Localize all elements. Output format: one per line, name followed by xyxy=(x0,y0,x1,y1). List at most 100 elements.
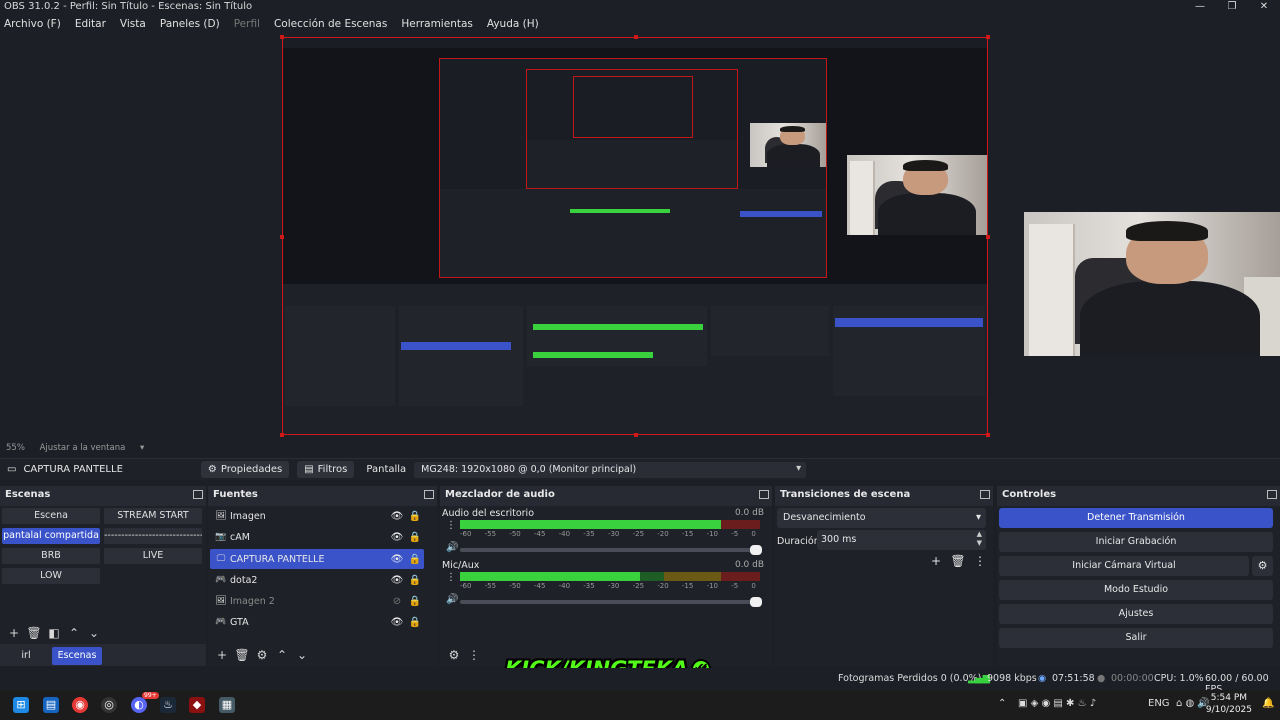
steam-icon[interactable]: ♨ xyxy=(160,697,176,713)
menu-ayuda[interactable]: Ayuda (H) xyxy=(485,18,541,30)
move-up-icon[interactable]: ⌃ xyxy=(272,648,292,662)
source-captura-pantelle[interactable]: 🖵 CAPTURA PANTELLE 👁 🔒 xyxy=(210,549,424,569)
add-icon[interactable]: + xyxy=(925,554,947,568)
gear-icon[interactable]: ⚙ xyxy=(252,648,272,662)
eye-icon[interactable]: 👁 xyxy=(388,511,406,522)
menu-paneles[interactable]: Paneles (D) xyxy=(158,18,222,30)
undock-icon[interactable] xyxy=(1267,490,1277,499)
zoom-level: 55% xyxy=(6,443,25,453)
chrome-icon[interactable]: ◉ xyxy=(72,697,88,713)
start-recording-button[interactable]: Iniciar Grabación xyxy=(999,532,1273,552)
minimize-button[interactable]: — xyxy=(1184,0,1216,15)
spin-arrows-icon[interactable]: ▲ ▼ xyxy=(977,530,982,548)
kebab-menu-icon[interactable]: ⋮ xyxy=(969,554,991,568)
undock-icon[interactable] xyxy=(424,490,434,499)
kebab-menu-icon[interactable]: ⋮ xyxy=(446,520,456,531)
notification-bell-icon[interactable]: 🔔 xyxy=(1262,698,1274,709)
kebab-menu-icon[interactable]: ⋮ xyxy=(464,648,484,662)
filters-button[interactable]: ▤ Filtros xyxy=(297,461,355,478)
kebab-menu-icon[interactable]: ⋮ xyxy=(446,572,456,583)
speaker-icon[interactable]: 🔊 xyxy=(446,542,458,553)
filter-icon[interactable]: ◧ xyxy=(44,626,64,640)
sources-header: Fuentes xyxy=(208,486,437,504)
trash-icon[interactable]: 🗑 xyxy=(232,648,252,662)
eye-icon[interactable]: 👁 xyxy=(388,554,406,565)
eye-hidden-icon[interactable]: ⊘ xyxy=(388,596,406,607)
volume-slider[interactable] xyxy=(460,545,762,555)
clock[interactable]: 5:54 PM 9/10/2025 xyxy=(1206,692,1252,716)
scene-stream-start[interactable]: STREAM START xyxy=(104,508,202,524)
language-indicator[interactable]: ENG xyxy=(1148,698,1170,709)
display-select[interactable]: MG248: 1920x1080 @ 0,0 (Monitor principa… xyxy=(414,461,807,478)
lock-icon[interactable]: 🔒 xyxy=(406,596,424,607)
menu-archivo[interactable]: Archivo (F) xyxy=(2,18,63,30)
maximize-button[interactable]: ❐ xyxy=(1216,0,1248,15)
chevron-up-icon[interactable]: ⌃ xyxy=(998,698,1006,709)
scene-live[interactable]: LIVE xyxy=(104,548,202,564)
lock-icon[interactable]: 🔒 xyxy=(406,617,424,628)
trash-icon[interactable]: 🗑 xyxy=(947,554,969,568)
slider-handle[interactable] xyxy=(750,545,762,555)
scene-pantalal-compartida[interactable]: pantalal compartida xyxy=(2,528,100,544)
lock-icon[interactable]: 🔒 xyxy=(406,532,424,543)
stop-streaming-button[interactable]: Detener Transmisión xyxy=(999,508,1273,528)
tab-escenas[interactable]: Escenas xyxy=(52,647,102,665)
undock-icon[interactable] xyxy=(193,490,203,499)
menu-herramientas[interactable]: Herramientas xyxy=(399,18,475,30)
link-icon[interactable]: ⚙ xyxy=(444,648,464,662)
scene-escena[interactable]: Escena xyxy=(2,508,100,524)
start-virtual-camera-button[interactable]: Iniciar Cámara Virtual xyxy=(999,556,1249,576)
dota-icon[interactable]: ◆ xyxy=(189,697,205,713)
obs-icon[interactable]: ◎ xyxy=(101,697,117,713)
move-up-icon[interactable]: ⌃ xyxy=(64,626,84,640)
transition-select[interactable]: Desvanecimiento xyxy=(777,508,986,528)
lock-icon[interactable]: 🔒 xyxy=(406,575,424,586)
move-down-icon[interactable]: ⌄ xyxy=(292,648,312,662)
windows-start-icon[interactable]: ⊞ xyxy=(13,697,29,713)
source-gta[interactable]: 🎮 GTA 👁 🔒 xyxy=(210,612,424,632)
source-dota2[interactable]: 🎮 dota2 👁 🔒 xyxy=(210,570,424,590)
eye-icon[interactable]: 👁 xyxy=(388,575,406,586)
source-imagen-2[interactable]: 🖼 Imagen 2 ⊘ 🔒 xyxy=(210,591,424,611)
close-button[interactable]: ✕ xyxy=(1248,0,1280,15)
undock-icon[interactable] xyxy=(759,490,769,499)
add-icon[interactable]: + xyxy=(4,626,24,640)
chevron-down-icon[interactable]: ▾ xyxy=(140,443,144,453)
source-cam[interactable]: 📷 cAM 👁 🔒 xyxy=(210,527,424,547)
menu-perfil[interactable]: Perfil xyxy=(232,18,262,30)
trash-icon[interactable]: 🗑 xyxy=(24,626,44,640)
calculator-icon[interactable]: ▦ xyxy=(219,697,235,713)
eye-icon[interactable]: 👁 xyxy=(388,617,406,628)
notepad-icon[interactable]: ▤ xyxy=(43,697,59,713)
lock-icon[interactable]: 🔒 xyxy=(406,554,424,565)
eye-icon[interactable]: 👁 xyxy=(388,532,406,543)
scene-low[interactable]: LOW xyxy=(2,568,100,584)
broadcast-icon: ◉ xyxy=(1038,673,1047,684)
controls-dock: Controles Detener Transmisión Iniciar Gr… xyxy=(997,486,1280,666)
properties-button[interactable]: ⚙ Propiedades xyxy=(200,461,290,478)
undock-icon[interactable] xyxy=(980,490,990,499)
scene-separator[interactable]: -------------------------------- xyxy=(104,528,202,544)
menu-vista[interactable]: Vista xyxy=(118,18,148,30)
settings-button[interactable]: Ajustes xyxy=(999,604,1273,624)
discord-icon[interactable]: ◐ xyxy=(131,697,147,713)
scene-brb[interactable]: BRB xyxy=(2,548,100,564)
selected-screen-capture[interactable] xyxy=(280,35,990,437)
zoom-fit-dropdown[interactable]: Ajustar a la ventana xyxy=(40,443,126,453)
add-icon[interactable]: + xyxy=(212,648,232,662)
network-volume-icons[interactable]: ⌂ ◍ 🔊 xyxy=(1176,698,1210,709)
source-imagen[interactable]: 🖼 Imagen 👁 🔒 xyxy=(210,506,424,526)
volume-slider[interactable] xyxy=(460,597,762,607)
lock-icon[interactable]: 🔒 xyxy=(406,511,424,522)
menu-editar[interactable]: Editar xyxy=(73,18,108,30)
slider-handle[interactable] xyxy=(750,597,762,607)
gear-icon[interactable]: ⚙ xyxy=(1252,556,1273,576)
tab-irl[interactable]: irl xyxy=(8,647,44,665)
duration-input[interactable]: 300 ms ▲ ▼ xyxy=(817,530,986,550)
menu-coleccion-escenas[interactable]: Colección de Escenas xyxy=(272,18,389,30)
tray-icons[interactable]: ▣ ◈ ◉ ▤ ✱ ♨ ♪ xyxy=(1018,698,1096,709)
studio-mode-button[interactable]: Modo Estudio xyxy=(999,580,1273,600)
move-down-icon[interactable]: ⌄ xyxy=(84,626,104,640)
exit-button[interactable]: Salir xyxy=(999,628,1273,648)
speaker-icon[interactable]: 🔊 xyxy=(446,594,458,605)
